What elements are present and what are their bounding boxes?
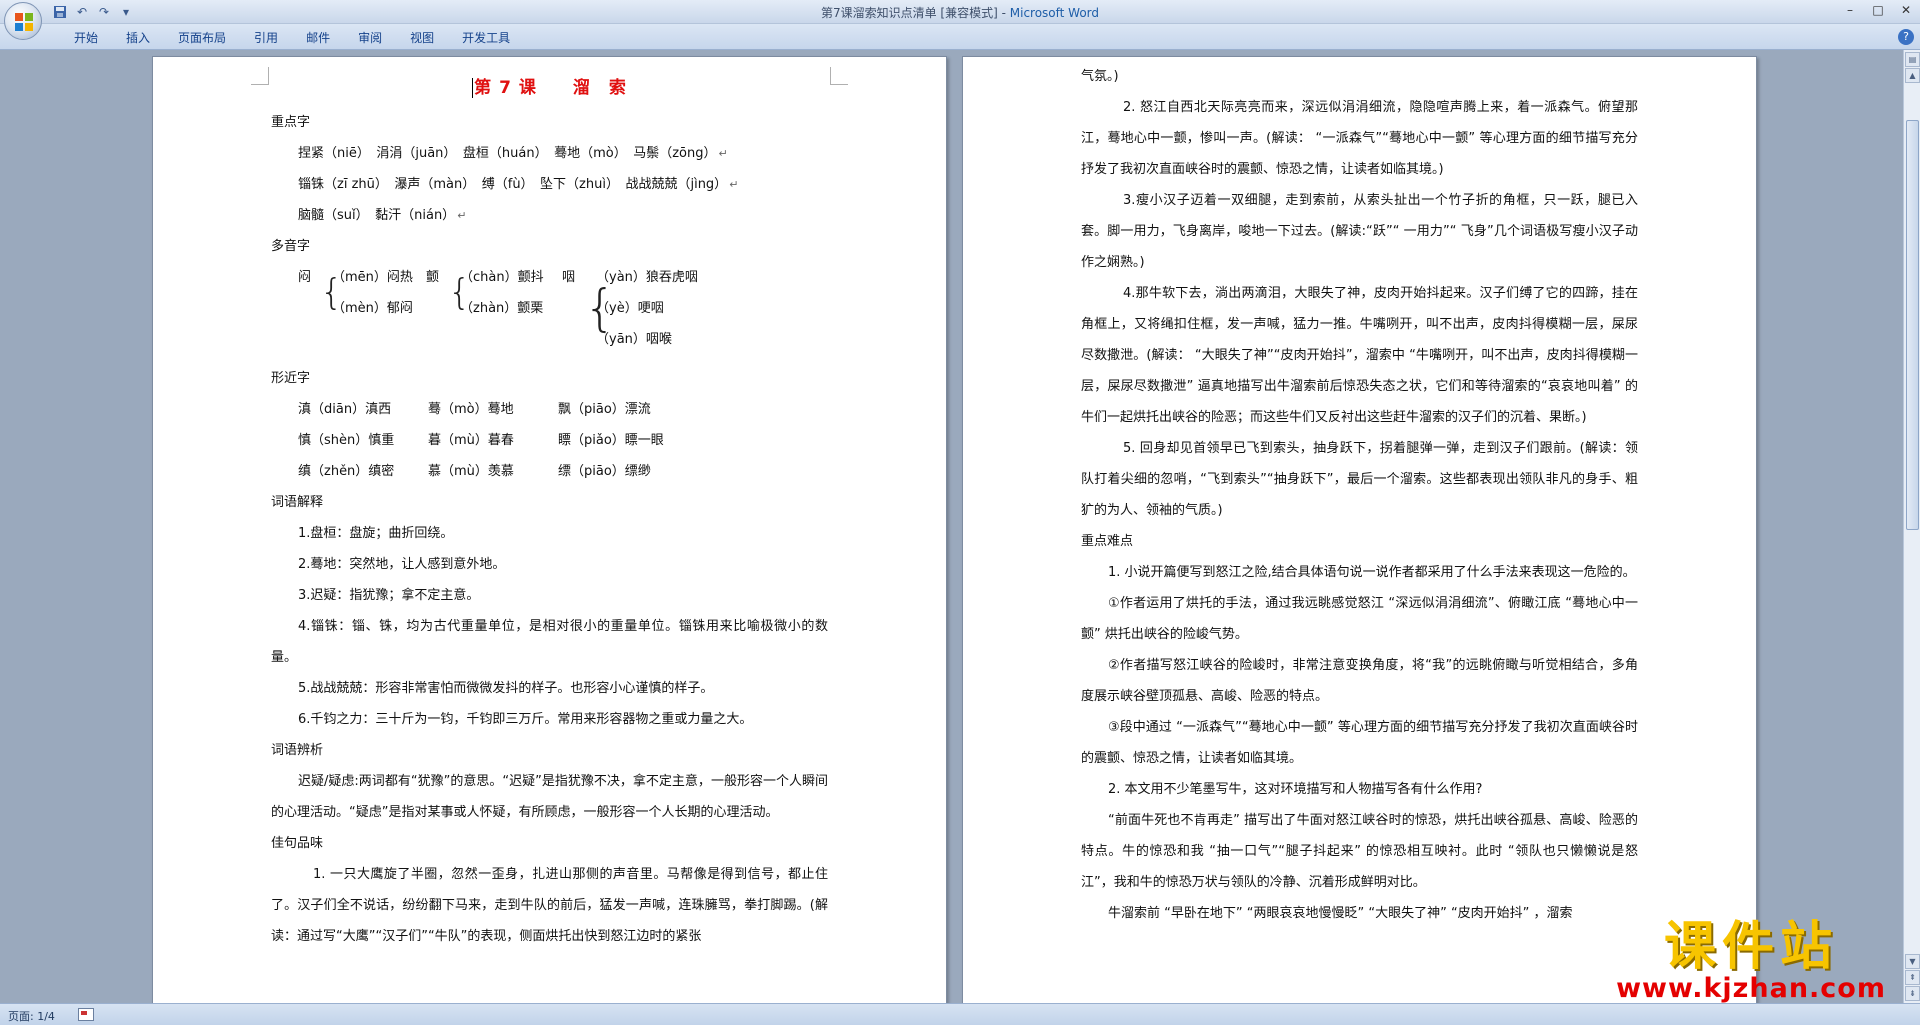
paragraph: 5. 回身却见首领早已飞到索头，抽身跃下，拐着腿弹一弹，走到汉子们跟前。(解读：… <box>1081 441 1638 518</box>
next-page-icon[interactable]: ⇟ <box>1905 986 1920 1001</box>
answer: “前面牛死也不肯再走” 描写出了牛面对怒江峡谷时的惊恐，烘托出峡谷孤悬、高峻、险… <box>1081 813 1638 890</box>
window-controls: – □ ✕ <box>1836 0 1920 20</box>
scroll-up-icon[interactable]: ▲ <box>1905 68 1920 83</box>
paragraph: 迟疑/疑虑:两词都有“犹豫”的意思。“迟疑”是指犹豫不决，拿不定主意，一般形容一… <box>271 774 828 820</box>
close-icon[interactable]: ✕ <box>1892 0 1920 20</box>
tab-insert[interactable]: 插入 <box>112 29 164 47</box>
section-heading: 多音字 <box>271 239 311 254</box>
paragraph: 1. 一只大鹰旋了半圈，忽然一歪身，扎进山那侧的声音里。马帮像是得到信号，都止住… <box>271 867 828 944</box>
scrollbar-thumb[interactable] <box>1906 120 1919 530</box>
similar-char-row: 慎（shèn）慎重 暮（mù）暮春 瞟（piǎo）瞟一眼 <box>298 433 664 448</box>
tab-developer[interactable]: 开发工具 <box>448 29 524 47</box>
definition-item: 3.迟疑：指犹豫；拿不定主意。 <box>298 588 480 603</box>
minimize-icon[interactable]: – <box>1836 0 1864 20</box>
tab-view[interactable]: 视图 <box>396 29 448 47</box>
definition-item: 6.千钧之力：三十斤为一钧，千钧即三万斤。常用来形容器物之重或力量之大。 <box>298 712 753 727</box>
previous-page-icon[interactable]: ⇞ <box>1905 970 1920 985</box>
window-title: 第7课溜索知识点清单 [兼容模式] - Microsoft Word <box>0 4 1920 21</box>
title-bar: ↶ ↷ ▾ 第7课溜索知识点清单 [兼容模式] - Microsoft Word… <box>0 0 1920 40</box>
tab-home[interactable]: 开始 <box>60 29 112 47</box>
ruler-toggle-icon[interactable]: ▤ <box>1905 52 1920 67</box>
section-heading: 重点难点 <box>1081 534 1134 549</box>
paragraph: 锱铢（zī zhū） 瀑声（màn） 缚（fù） 坠下（zhuì） 战战兢兢（j… <box>298 177 739 192</box>
doc-title: 第 7 课 溜 索 <box>472 78 627 98</box>
answer: 牛溜索前 “早卧在地下” “两眼哀哀地慢慢眨” “大眼失了神” “皮肉开始抖” … <box>1108 906 1573 921</box>
vertical-scrollbar[interactable]: ▤ ▲ ▼ ⇞ ⇟ <box>1903 50 1920 1003</box>
document-page-2[interactable]: 气氛。) 2. 怒江自西北天际亮亮而来，深远似涓涓细流，隐隐喧声腾上来，着一派森… <box>962 56 1757 1003</box>
question: 2. 本文用不少笔墨写牛，这对环境描写和人物描写各有什么作用? <box>1108 782 1483 797</box>
proofing-status-icon[interactable] <box>78 1008 94 1021</box>
watermark-logo: 课件站 www.kjzhan.com <box>1616 917 1886 1004</box>
office-logo-icon <box>15 13 33 31</box>
ribbon-tab-bar: 开始 插入 页面布局 引用 邮件 审阅 视图 开发工具 ? <box>0 24 1920 50</box>
paragraph: 4.那牛软下去，淌出两滴泪，大眼失了神，皮肉开始抖起来。汉子们缚了它的四蹄，挂在… <box>1081 286 1638 425</box>
page-indicator[interactable]: 页面: 1/4 <box>8 1008 55 1024</box>
section-heading: 佳句品味 <box>271 836 324 851</box>
document-page-1[interactable]: 第 7 课 溜 索 重点字 捏紧（niē） 涓涓（juān） 盘桓（huán） … <box>152 56 947 1003</box>
paragraph-mark-icon: ↵ <box>457 209 467 222</box>
polyphone-group: 咽 { （yàn）狼吞虎咽 （yè）哽咽 （yān）咽喉 <box>562 270 698 347</box>
question: 1. 小说开篇便写到怒江之险,结合具体语句说一说作者都采用了什么手法来表现这一危… <box>1108 565 1636 580</box>
status-bar: 页面: 1/4 <box>0 1003 1920 1025</box>
tab-references[interactable]: 引用 <box>240 29 292 47</box>
help-icon[interactable]: ? <box>1898 29 1914 45</box>
answer: ②作者描写怒江峡谷的险峻时，非常注意变换角度，将“我”的远眺俯瞰与听觉相结合，多… <box>1081 658 1638 704</box>
section-heading: 重点字 <box>271 115 311 130</box>
paragraph: 气氛。) <box>1081 69 1119 84</box>
paragraph: 3.瘦小汉子迈着一双细腿，走到索前，从索头扯出一个竹子折的角框，只一跃，腿已入套… <box>1081 193 1638 270</box>
paragraph: 捏紧（niē） 涓涓（juān） 盘桓（huán） 蓦地（mò） 马鬃（zōng… <box>298 146 728 161</box>
answer: ③段中通过 “一派森气”“蓦地心中一颤” 等心理方面的细节描写充分抒发了我初次直… <box>1081 720 1638 766</box>
margin-mark <box>830 67 848 85</box>
definition-item: 1.盘桓：盘旋；曲折回绕。 <box>298 526 454 541</box>
similar-char-row: 缜（zhěn）缜密 慕（mù）羡慕 缥（piāo）缥缈 <box>298 464 651 479</box>
page-2-content: 气氛。) 2. 怒江自西北天际亮亮而来，深远似涓涓细流，隐隐喧声腾上来，着一派森… <box>1081 61 1638 929</box>
polyphone-groups: 闷 { （mēn）闷热 （mèn）郁闷 颤 { （chàn）颤抖 （zhàn）颤栗 … <box>271 262 828 355</box>
similar-char-row: 滇（diān）滇西 蓦（mò）蓦地 飘（piāo）漂流 <box>298 402 651 417</box>
section-heading: 词语解释 <box>271 495 324 510</box>
tab-page-layout[interactable]: 页面布局 <box>164 29 240 47</box>
paragraph: 2. 怒江自西北天际亮亮而来，深远似涓涓细流，隐隐喧声腾上来，着一派森气。俯望那… <box>1081 100 1638 177</box>
similar-char-table: 滇（diān）滇西 蓦（mò）蓦地 飘（piāo）漂流 慎（shèn）慎重 暮（mù）… <box>271 394 828 487</box>
tab-review[interactable]: 审阅 <box>344 29 396 47</box>
definition-item: 2.蓦地：突然地，让人感到意外地。 <box>298 557 506 572</box>
definition-item: 5.战战兢兢：形容非常害怕而微微发抖的样子。也形容小心谨慎的样子。 <box>298 681 714 696</box>
section-heading: 词语辨析 <box>271 743 324 758</box>
text-cursor <box>472 78 474 98</box>
maximize-icon[interactable]: □ <box>1864 0 1892 20</box>
paragraph: 脑髓（suǐ） 黏汗（nián） ↵ <box>298 208 467 223</box>
ribbon-tabs: 开始 插入 页面布局 引用 邮件 审阅 视图 开发工具 <box>60 29 524 47</box>
tab-mailings[interactable]: 邮件 <box>292 29 344 47</box>
margin-mark <box>251 67 269 85</box>
office-button[interactable] <box>4 2 42 40</box>
document-title: 第7课溜索知识点清单 [兼容模式] - <box>820 6 1010 20</box>
app-name: Microsoft Word <box>1009 6 1100 20</box>
scroll-down-icon[interactable]: ▼ <box>1905 954 1920 969</box>
paragraph-mark-icon: ↵ <box>718 147 728 160</box>
polyphone-group: 颤 { （chàn）颤抖 （zhàn）颤栗 <box>426 270 544 316</box>
definition-item: 4.锱铢：锱、铢，均为古代重量单位，是相对很小的重量单位。锱铢用来比喻极微小的数… <box>271 619 828 665</box>
section-heading: 形近字 <box>271 371 311 386</box>
paragraph-mark-icon: ↵ <box>729 178 739 191</box>
document-workspace[interactable]: 第 7 课 溜 索 重点字 捏紧（niē） 涓涓（juān） 盘桓（huán） … <box>0 50 1903 1003</box>
answer: ①作者运用了烘托的手法，通过我远眺感觉怒江 “深远似涓涓细流”、俯瞰江底 “蓦地… <box>1081 596 1638 642</box>
polyphone-group: 闷 { （mēn）闷热 （mèn）郁闷 <box>298 270 413 316</box>
page-1-content: 第 7 课 溜 索 重点字 捏紧（niē） 涓涓（juān） 盘桓（huán） … <box>271 69 828 952</box>
